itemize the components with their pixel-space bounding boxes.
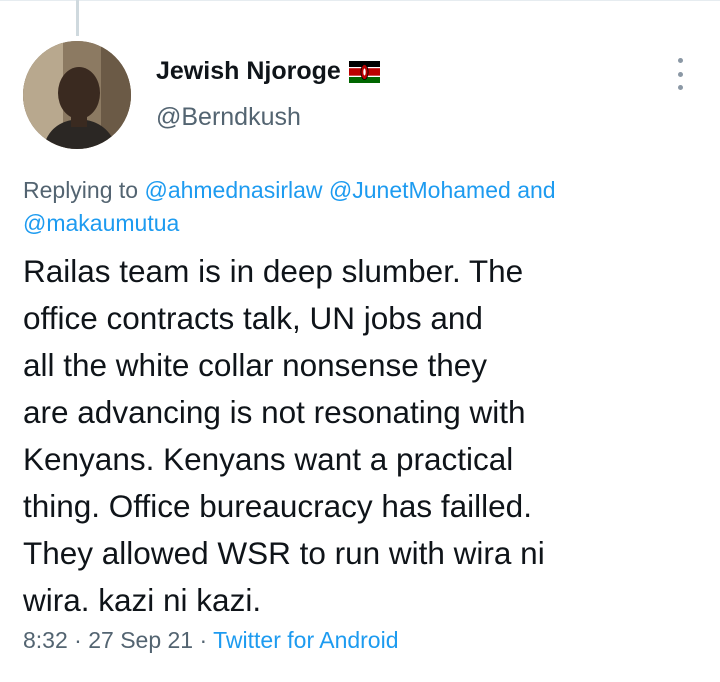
more-vertical-icon-dot [677,71,683,77]
top-divider [0,0,720,1]
avatar[interactable] [23,41,131,149]
author-handle[interactable]: @Berndkush [156,103,301,132]
reply-mention[interactable]: @makaumutua [23,210,179,236]
tweet-time[interactable]: 8:32 [23,627,68,653]
reply-conjunction[interactable]: and [517,177,555,203]
kenya-flag-icon [348,60,380,83]
more-vertical-icon-dot [677,85,683,90]
author-display-name[interactable]: Jewish Njoroge [156,57,341,86]
meta-separator: · [199,627,208,653]
thread-connector-line [76,0,79,36]
replying-to-prefix: Replying to [23,177,139,203]
replying-to-line: Replying to @ahmednasirlaw @JunetMohamed… [23,174,683,240]
tweet-date[interactable]: 27 Sep 21 [88,627,193,653]
author-name-row[interactable]: Jewish Njoroge [156,57,380,86]
tweet-text: Railas team is in deep slumber. The offi… [23,253,545,618]
more-options-button[interactable] [668,58,692,90]
tweet-source-link[interactable]: Twitter for Android [213,627,398,653]
more-vertical-icon-dot [677,58,683,63]
tweet-metadata: 8:32 · 27 Sep 21 · Twitter for Android [23,627,399,654]
reply-mention[interactable]: @JunetMohamed [329,177,511,203]
avatar-photo [23,41,131,149]
meta-separator: · [74,627,82,653]
reply-mention[interactable]: @ahmednasirlaw [144,177,322,203]
